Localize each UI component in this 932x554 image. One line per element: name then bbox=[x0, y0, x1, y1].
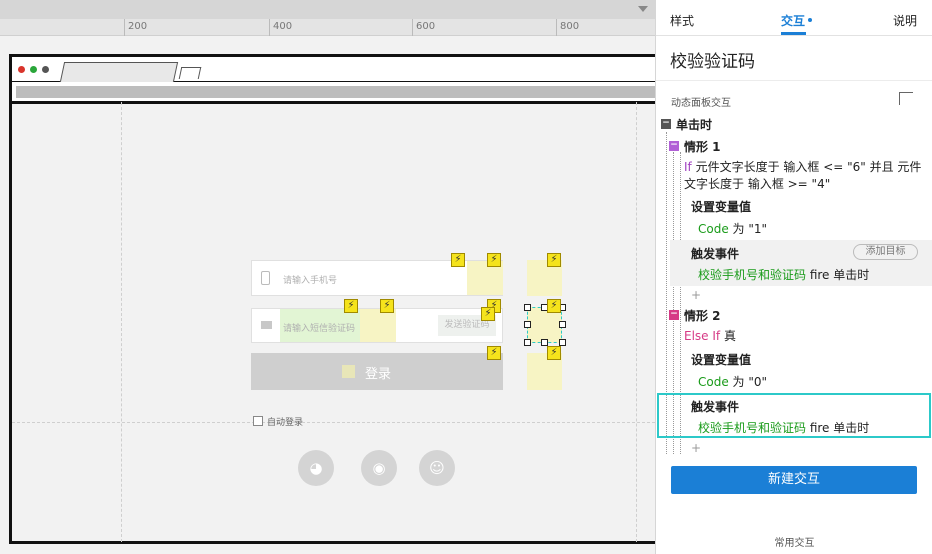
address-field bbox=[16, 86, 655, 98]
close-dot-icon bbox=[18, 66, 25, 73]
ruler-tick: 600 bbox=[412, 19, 435, 36]
interaction-bolt-icon[interactable]: ⚡ bbox=[487, 346, 501, 360]
ruler-tick: 400 bbox=[269, 19, 292, 36]
condition-text: 文字长度于 输入框 >= "4" bbox=[684, 177, 831, 191]
minimize-dot-icon bbox=[42, 66, 49, 73]
else-if-keyword: Else If bbox=[684, 329, 721, 343]
trigger-event: fire 单击时 bbox=[806, 421, 870, 435]
login-button[interactable]: 登录 bbox=[251, 353, 503, 390]
guide-line bbox=[12, 422, 655, 423]
new-interaction-button[interactable]: 新建交互 bbox=[671, 466, 917, 494]
variable-name: Code bbox=[698, 375, 729, 389]
interaction-bolt-icon[interactable]: ⚡ bbox=[547, 253, 561, 267]
browser-titlebar bbox=[12, 57, 655, 82]
tab-notes[interactable]: 说明 bbox=[893, 12, 917, 29]
auto-login-label: 自动登录 bbox=[267, 418, 304, 428]
maximize-dot-icon bbox=[30, 66, 37, 73]
action-title[interactable]: 触发事件 bbox=[691, 398, 739, 415]
weibo-icon[interactable]: ◉ bbox=[361, 450, 397, 486]
section-label: 动态面板交互 bbox=[671, 98, 731, 109]
resize-handle[interactable] bbox=[524, 321, 531, 328]
add-action-button[interactable]: + bbox=[691, 288, 701, 302]
case-title[interactable]: 情形 2 bbox=[684, 307, 721, 324]
qq-icon[interactable]: ☺ bbox=[419, 450, 455, 486]
tab-interactions[interactable]: 交互 bbox=[781, 12, 805, 29]
interaction-bolt-icon[interactable]: ⚡ bbox=[547, 346, 561, 360]
collapse-event-icon[interactable]: − bbox=[661, 119, 671, 129]
interaction-bolt-icon[interactable]: ⚡ bbox=[487, 253, 501, 267]
sms-code-input[interactable]: 请输入短信验证码 发送验证码 bbox=[251, 308, 503, 343]
trigger-target: 校验手机号和验证码 bbox=[698, 268, 807, 282]
highlight-square bbox=[342, 365, 355, 378]
action-title[interactable]: 设置变量值 bbox=[691, 351, 751, 368]
add-target-button[interactable]: 添加目标 bbox=[853, 244, 918, 260]
inspector-panel: 样式 交互 说明 校验验证码 动态面板交互 − 单击时 − 情形 1 If 元件… bbox=[655, 0, 932, 554]
event-label[interactable]: 单击时 bbox=[676, 116, 712, 133]
design-canvas[interactable]: 200 400 600 800 请输入手机号 请输入短信验证码 发送验证码 登录… bbox=[0, 0, 655, 554]
resize-handle[interactable] bbox=[559, 321, 566, 328]
browser-address-bar bbox=[12, 82, 655, 104]
phone-placeholder: 请输入手机号 bbox=[283, 276, 338, 286]
action-title[interactable]: 触发事件 bbox=[691, 245, 739, 262]
collapse-case-icon[interactable]: − bbox=[669, 310, 679, 320]
active-dot-icon bbox=[808, 18, 812, 22]
common-interactions-link[interactable]: 常用交互 bbox=[656, 534, 932, 549]
interaction-bolt-icon[interactable]: ⚡ bbox=[344, 299, 358, 313]
condition-text: 元件文字长度于 输入框 <= "6" 并且 元件 bbox=[691, 160, 922, 174]
divider bbox=[656, 35, 932, 36]
horizontal-ruler: 200 400 600 800 bbox=[0, 0, 655, 36]
phone-input[interactable]: 请输入手机号 bbox=[251, 260, 503, 296]
interaction-bolt-icon[interactable]: ⚡ bbox=[547, 299, 561, 313]
highlight-area bbox=[360, 309, 396, 342]
guide-line bbox=[121, 102, 122, 542]
variable-name: Code bbox=[698, 222, 729, 236]
if-keyword: If bbox=[684, 160, 692, 174]
resize-handle[interactable] bbox=[541, 339, 548, 346]
wechat-icon[interactable]: ◕ bbox=[298, 450, 334, 486]
ruler-band bbox=[0, 0, 655, 19]
case-title[interactable]: 情形 1 bbox=[684, 138, 721, 155]
login-label: 登录 bbox=[365, 367, 392, 382]
add-action-button[interactable]: + bbox=[691, 441, 701, 455]
collapse-case-icon[interactable]: − bbox=[669, 141, 679, 151]
interaction-bolt-icon[interactable]: ⚡ bbox=[380, 299, 394, 313]
condition-text: 真 bbox=[720, 329, 736, 343]
mail-icon bbox=[261, 321, 272, 329]
variable-value: 为 "0" bbox=[728, 375, 768, 389]
interaction-bolt-icon[interactable]: ⚡ bbox=[481, 307, 495, 321]
ruler-tick: 200 bbox=[124, 19, 147, 36]
resize-handle[interactable] bbox=[524, 304, 531, 311]
phone-icon bbox=[261, 271, 270, 285]
browser-tab bbox=[59, 62, 179, 82]
trigger-target: 校验手机号和验证码 bbox=[698, 421, 807, 435]
guide-line bbox=[636, 102, 637, 542]
sms-placeholder: 请输入短信验证码 bbox=[283, 324, 356, 334]
action-title[interactable]: 设置变量值 bbox=[691, 198, 751, 215]
divider bbox=[656, 80, 932, 81]
ruler-dropdown-icon[interactable] bbox=[638, 6, 648, 12]
variable-value: 为 "1" bbox=[728, 222, 768, 236]
panel-title: 校验验证码 bbox=[670, 52, 755, 72]
resize-handle[interactable] bbox=[524, 339, 531, 346]
browser-new-tab bbox=[178, 67, 202, 79]
ruler-tick: 800 bbox=[556, 19, 579, 36]
auto-login-checkbox[interactable] bbox=[253, 416, 263, 426]
tab-style[interactable]: 样式 bbox=[670, 12, 694, 29]
expand-panel-icon[interactable] bbox=[899, 92, 913, 105]
interaction-bolt-icon[interactable]: ⚡ bbox=[451, 253, 465, 267]
trigger-event: fire 单击时 bbox=[806, 268, 870, 282]
resize-handle[interactable] bbox=[559, 339, 566, 346]
